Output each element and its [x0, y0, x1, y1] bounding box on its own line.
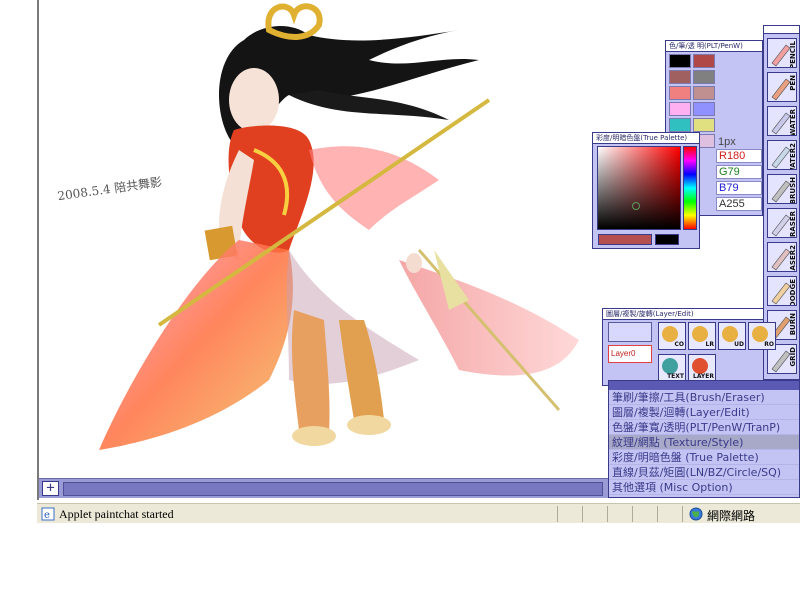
options-menu-header[interactable]: [609, 381, 799, 390]
tool-label: GRID: [789, 347, 797, 367]
tool-label: PEN: [789, 75, 797, 91]
blue-value[interactable]: B79: [716, 181, 762, 195]
options-menu: 筆刷/筆擦/工具(Brush/Eraser) 圖層/複製/迴轉(Layer/Edi…: [608, 380, 800, 498]
layer-button-lr[interactable]: LR: [688, 322, 716, 350]
tool-button-eraser[interactable]: ERASER: [767, 208, 797, 238]
zoom-in-button[interactable]: +: [42, 481, 59, 496]
canvas-bottom-bar: +: [39, 478, 609, 498]
security-zone-text: 網際網路: [707, 509, 756, 523]
color-swatch[interactable]: [669, 102, 691, 116]
options-menu-item[interactable]: 筆刷/筆擦/工具(Brush/Eraser): [609, 390, 799, 405]
options-menu-item[interactable]: 彩度/明暗色盤 (True Palette): [609, 450, 799, 465]
artwork-skirt: [99, 240, 293, 450]
layer-button-layer[interactable]: LAYER: [688, 354, 716, 382]
tool-label: WATER2: [789, 143, 797, 170]
layer-button-label: LAYER: [693, 373, 714, 380]
artwork-ribbon: [309, 146, 439, 230]
secondary-color-swatch[interactable]: [655, 234, 679, 245]
layer-button-ro[interactable]: RO: [748, 322, 776, 350]
tool-label: ERASER2: [789, 245, 797, 272]
color-swatch[interactable]: [669, 70, 691, 84]
color-swatch[interactable]: [669, 54, 691, 68]
color-swatch[interactable]: [693, 86, 715, 100]
color-swatch[interactable]: [693, 102, 715, 116]
tools-panel-title[interactable]: [764, 26, 799, 34]
color-swatch[interactable]: [669, 86, 691, 100]
horizontal-scrollbar[interactable]: [63, 482, 603, 496]
status-divider: [582, 506, 583, 522]
tool-button-eraser2[interactable]: ERASER2: [767, 242, 797, 272]
layer-button-label: CO: [674, 341, 684, 348]
canvas-artwork: [99, 3, 579, 450]
tool-button-water2[interactable]: WATER2: [767, 140, 797, 170]
tool-button-pen[interactable]: PEN: [767, 72, 797, 102]
layer-panel: 圖層/複製/旋轉(Layer/Edit) Layer0 CO LR UD RO TEXT…: [602, 308, 776, 386]
layer-button-label: RO: [764, 341, 774, 348]
color-swatch[interactable]: [669, 118, 691, 132]
browser-status-bar: e Applet paintchat started 網際網路: [37, 503, 800, 523]
alpha-value[interactable]: A255: [716, 197, 762, 211]
options-menu-list: 筆刷/筆擦/工具(Brush/Eraser) 圖層/複製/迴轉(Layer/Edi…: [609, 390, 799, 495]
tool-button-water[interactable]: WATER: [767, 106, 797, 136]
picker-cursor-icon: [632, 202, 640, 210]
ie-page-icon: e: [41, 507, 55, 521]
layer-button-co[interactable]: CO: [658, 322, 686, 350]
layer-panel-title[interactable]: 圖層/複製/旋轉(Layer/Edit): [603, 309, 763, 320]
current-color-swatch: [598, 234, 652, 245]
artwork-face: [229, 68, 279, 132]
tool-button-pencil[interactable]: PENCIL: [767, 38, 797, 68]
true-palette-title[interactable]: 彩度/明暗色盤(True Palette): [593, 133, 699, 144]
globe-icon: [689, 507, 703, 521]
tool-label: DODGE: [789, 279, 797, 306]
green-value[interactable]: G79: [716, 165, 762, 179]
artwork-legs: [291, 310, 330, 432]
layer-thumbnail[interactable]: [608, 322, 652, 342]
tool-button-dodge[interactable]: DODGE: [767, 276, 797, 306]
saturation-brightness-picker[interactable]: [597, 146, 681, 230]
hue-slider[interactable]: [683, 146, 697, 230]
tool-label: AIRBRUSH: [789, 177, 797, 204]
layer-button-ud[interactable]: UD: [718, 322, 746, 350]
color-swatch[interactable]: [693, 118, 715, 132]
color-swatch[interactable]: [693, 70, 715, 84]
tool-label: ERASER: [789, 211, 797, 238]
pen-size-label: 1px: [718, 136, 736, 148]
options-menu-item[interactable]: 其他選項 (Misc Option): [609, 480, 799, 495]
svg-text:e: e: [44, 510, 50, 521]
layer-name-field[interactable]: Layer0: [608, 345, 652, 363]
layer-button-label: TEXT: [667, 373, 684, 380]
true-palette-panel: 彩度/明暗色盤(True Palette): [592, 132, 700, 249]
status-divider: [682, 506, 683, 522]
rgba-values: R180 G79 B79 A255: [716, 149, 762, 213]
color-swatch[interactable]: [693, 54, 715, 68]
tool-label: WATER: [789, 109, 797, 136]
tool-label: PENCIL: [789, 41, 797, 68]
options-menu-item[interactable]: 直線/貝茲/矩圓(LN/BZ/Circle/SQ): [609, 465, 799, 480]
tool-label: BURN: [789, 313, 797, 336]
options-menu-item[interactable]: 色盤/筆寬/透明(PLT/PenW/TranP): [609, 420, 799, 435]
red-value[interactable]: R180: [716, 149, 762, 163]
status-text: Applet paintchat started: [59, 507, 174, 521]
status-divider: [557, 506, 558, 522]
options-menu-item[interactable]: 圖層/複製/迴轉(Layer/Edit): [609, 405, 799, 420]
layer-button-text[interactable]: TEXT: [658, 354, 686, 382]
status-divider: [607, 506, 608, 522]
layer-button-label: LR: [705, 341, 714, 348]
palette-panel-title[interactable]: 色/筆/透 明(PLT/PenW): [666, 41, 762, 52]
status-divider: [657, 506, 658, 522]
drawing-canvas[interactable]: 2008.5.4 陪共舞影: [39, 0, 609, 478]
options-menu-item[interactable]: 紋理/網點 (Texture/Style): [609, 435, 799, 450]
layer-button-label: UD: [734, 341, 744, 348]
status-divider: [632, 506, 633, 522]
tool-button-airbrush[interactable]: AIRBRUSH: [767, 174, 797, 204]
